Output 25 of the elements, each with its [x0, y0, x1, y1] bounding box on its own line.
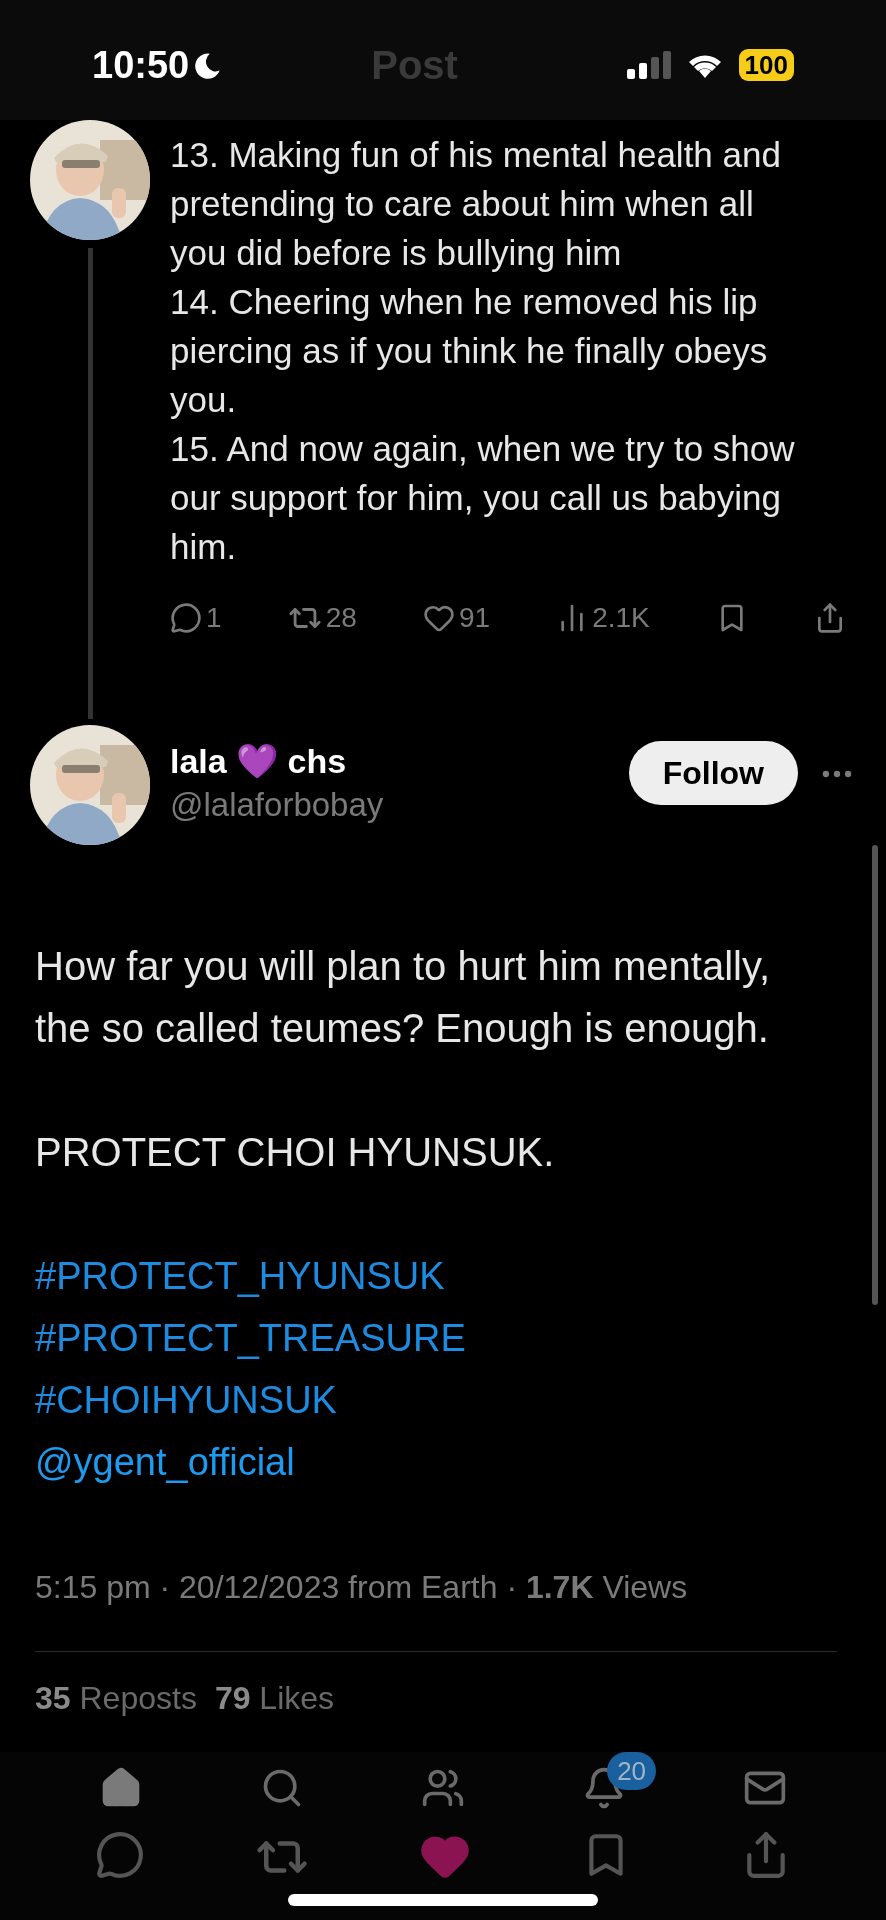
reply-icon — [170, 602, 202, 634]
tweet-text: 14. Cheering when he removed his lip piercing as if you think he finally obeys you. — [170, 281, 769, 421]
clock: 10:50 — [92, 42, 190, 88]
tweet-text: How far you will plan to hurt him mentally, the so called teumes? Enough is enough. — [35, 943, 772, 1052]
reply-icon[interactable] — [95, 1830, 145, 1880]
timestamp: 5:15 pm · 20/12/2023 from Earth · 1.7K Views — [35, 1568, 689, 1607]
hashtag-link[interactable]: #PROTECT_HYUNSUK — [35, 1245, 445, 1307]
view-count[interactable]: 2.1K — [556, 597, 650, 639]
hashtag-link[interactable]: #CHOIHYUNSUK — [35, 1369, 337, 1431]
battery-level: 100 — [738, 49, 794, 81]
mention-link[interactable]: @ygent_official — [35, 1431, 295, 1493]
engagement-stat[interactable]: 35 Reposts — [35, 1674, 197, 1722]
engagement-stat[interactable]: 79 Likes — [214, 1674, 335, 1722]
tweet-text: 13. Making fun of his mental health and pretending to care about him when all you did before is bullying him — [170, 134, 782, 274]
hashtag-link[interactable]: #PROTECT_TREASURE — [35, 1307, 466, 1369]
signal-icon — [626, 51, 671, 79]
follow-button[interactable]: Follow — [628, 741, 798, 805]
reply-count[interactable]: 1 — [170, 597, 222, 639]
tweet-text: PROTECT CHOI HYUNSUK. — [35, 1129, 556, 1176]
author-name[interactable]: lala 💜 chs — [170, 739, 609, 783]
author-handle[interactable]: @lalaforbobay — [170, 783, 609, 827]
tweet-text: 15. And now again, when we try to show our support for him, you call us babying him. — [170, 428, 796, 568]
notification-count: 20 — [607, 1752, 657, 1790]
like-count[interactable]: 91 — [422, 597, 491, 639]
repost-count[interactable]: 28 — [287, 597, 357, 639]
